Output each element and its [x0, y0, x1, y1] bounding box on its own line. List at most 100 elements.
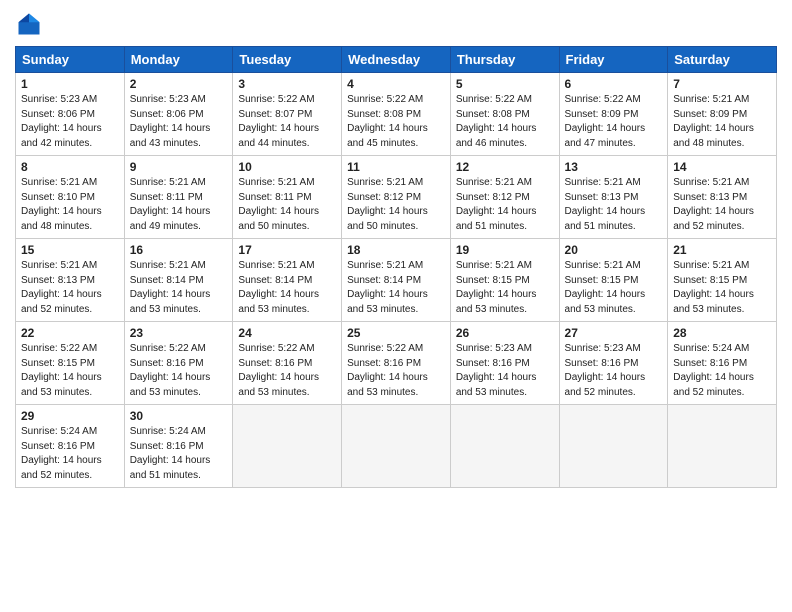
calendar-cell: 10 Sunrise: 5:21 AMSunset: 8:11 PMDaylig… [233, 156, 342, 239]
day-number: 2 [130, 77, 228, 91]
day-info: Sunrise: 5:22 AMSunset: 8:16 PMDaylight:… [130, 343, 211, 398]
day-number: 25 [347, 326, 445, 340]
day-number: 29 [21, 409, 119, 423]
day-number: 18 [347, 243, 445, 257]
calendar-cell: 8 Sunrise: 5:21 AMSunset: 8:10 PMDayligh… [16, 156, 125, 239]
calendar-cell: 25 Sunrise: 5:22 AMSunset: 8:16 PMDaylig… [342, 322, 451, 405]
day-info: Sunrise: 5:22 AMSunset: 8:08 PMDaylight:… [347, 94, 428, 149]
calendar-cell: 27 Sunrise: 5:23 AMSunset: 8:16 PMDaylig… [559, 322, 668, 405]
day-info: Sunrise: 5:21 AMSunset: 8:12 PMDaylight:… [347, 177, 428, 232]
calendar-cell [233, 405, 342, 488]
header [15, 10, 777, 38]
day-info: Sunrise: 5:23 AMSunset: 8:06 PMDaylight:… [21, 94, 102, 149]
calendar-cell: 2 Sunrise: 5:23 AMSunset: 8:06 PMDayligh… [124, 73, 233, 156]
day-info: Sunrise: 5:21 AMSunset: 8:13 PMDaylight:… [565, 177, 646, 232]
day-info: Sunrise: 5:22 AMSunset: 8:15 PMDaylight:… [21, 343, 102, 398]
day-number: 1 [21, 77, 119, 91]
day-info: Sunrise: 5:22 AMSunset: 8:16 PMDaylight:… [347, 343, 428, 398]
day-info: Sunrise: 5:21 AMSunset: 8:14 PMDaylight:… [347, 260, 428, 315]
calendar-cell: 17 Sunrise: 5:21 AMSunset: 8:14 PMDaylig… [233, 239, 342, 322]
day-info: Sunrise: 5:21 AMSunset: 8:15 PMDaylight:… [565, 260, 646, 315]
day-info: Sunrise: 5:21 AMSunset: 8:14 PMDaylight:… [130, 260, 211, 315]
calendar-cell [342, 405, 451, 488]
calendar-header-row: SundayMondayTuesdayWednesdayThursdayFrid… [16, 47, 777, 73]
day-info: Sunrise: 5:22 AMSunset: 8:09 PMDaylight:… [565, 94, 646, 149]
day-number: 8 [21, 160, 119, 174]
calendar-cell: 6 Sunrise: 5:22 AMSunset: 8:09 PMDayligh… [559, 73, 668, 156]
calendar-week-5: 29 Sunrise: 5:24 AMSunset: 8:16 PMDaylig… [16, 405, 777, 488]
day-number: 7 [673, 77, 771, 91]
logo [15, 10, 47, 38]
page: SundayMondayTuesdayWednesdayThursdayFrid… [0, 0, 792, 612]
calendar-cell: 29 Sunrise: 5:24 AMSunset: 8:16 PMDaylig… [16, 405, 125, 488]
col-header-saturday: Saturday [668, 47, 777, 73]
day-info: Sunrise: 5:23 AMSunset: 8:06 PMDaylight:… [130, 94, 211, 149]
day-number: 15 [21, 243, 119, 257]
day-number: 4 [347, 77, 445, 91]
calendar-cell: 30 Sunrise: 5:24 AMSunset: 8:16 PMDaylig… [124, 405, 233, 488]
day-number: 20 [565, 243, 663, 257]
day-info: Sunrise: 5:23 AMSunset: 8:16 PMDaylight:… [456, 343, 537, 398]
day-number: 3 [238, 77, 336, 91]
day-number: 17 [238, 243, 336, 257]
day-info: Sunrise: 5:21 AMSunset: 8:14 PMDaylight:… [238, 260, 319, 315]
day-info: Sunrise: 5:21 AMSunset: 8:15 PMDaylight:… [673, 260, 754, 315]
day-info: Sunrise: 5:21 AMSunset: 8:13 PMDaylight:… [21, 260, 102, 315]
day-info: Sunrise: 5:22 AMSunset: 8:08 PMDaylight:… [456, 94, 537, 149]
calendar-cell: 13 Sunrise: 5:21 AMSunset: 8:13 PMDaylig… [559, 156, 668, 239]
day-number: 27 [565, 326, 663, 340]
calendar-cell: 1 Sunrise: 5:23 AMSunset: 8:06 PMDayligh… [16, 73, 125, 156]
calendar-cell: 7 Sunrise: 5:21 AMSunset: 8:09 PMDayligh… [668, 73, 777, 156]
calendar-cell: 11 Sunrise: 5:21 AMSunset: 8:12 PMDaylig… [342, 156, 451, 239]
day-number: 10 [238, 160, 336, 174]
day-number: 12 [456, 160, 554, 174]
day-number: 5 [456, 77, 554, 91]
day-info: Sunrise: 5:24 AMSunset: 8:16 PMDaylight:… [130, 426, 211, 481]
calendar-cell: 12 Sunrise: 5:21 AMSunset: 8:12 PMDaylig… [450, 156, 559, 239]
calendar-cell [668, 405, 777, 488]
calendar-cell: 16 Sunrise: 5:21 AMSunset: 8:14 PMDaylig… [124, 239, 233, 322]
day-number: 11 [347, 160, 445, 174]
day-info: Sunrise: 5:21 AMSunset: 8:11 PMDaylight:… [130, 177, 211, 232]
calendar-cell: 3 Sunrise: 5:22 AMSunset: 8:07 PMDayligh… [233, 73, 342, 156]
calendar-week-4: 22 Sunrise: 5:22 AMSunset: 8:15 PMDaylig… [16, 322, 777, 405]
day-number: 14 [673, 160, 771, 174]
day-info: Sunrise: 5:21 AMSunset: 8:12 PMDaylight:… [456, 177, 537, 232]
logo-icon [15, 10, 43, 38]
col-header-monday: Monday [124, 47, 233, 73]
calendar-cell: 26 Sunrise: 5:23 AMSunset: 8:16 PMDaylig… [450, 322, 559, 405]
calendar-cell: 4 Sunrise: 5:22 AMSunset: 8:08 PMDayligh… [342, 73, 451, 156]
day-info: Sunrise: 5:22 AMSunset: 8:07 PMDaylight:… [238, 94, 319, 149]
calendar-cell [450, 405, 559, 488]
day-info: Sunrise: 5:21 AMSunset: 8:15 PMDaylight:… [456, 260, 537, 315]
day-info: Sunrise: 5:22 AMSunset: 8:16 PMDaylight:… [238, 343, 319, 398]
day-info: Sunrise: 5:23 AMSunset: 8:16 PMDaylight:… [565, 343, 646, 398]
calendar-cell: 20 Sunrise: 5:21 AMSunset: 8:15 PMDaylig… [559, 239, 668, 322]
day-number: 23 [130, 326, 228, 340]
day-number: 9 [130, 160, 228, 174]
day-info: Sunrise: 5:24 AMSunset: 8:16 PMDaylight:… [21, 426, 102, 481]
calendar-cell: 14 Sunrise: 5:21 AMSunset: 8:13 PMDaylig… [668, 156, 777, 239]
col-header-wednesday: Wednesday [342, 47, 451, 73]
day-number: 28 [673, 326, 771, 340]
calendar-cell [559, 405, 668, 488]
day-info: Sunrise: 5:21 AMSunset: 8:13 PMDaylight:… [673, 177, 754, 232]
day-info: Sunrise: 5:21 AMSunset: 8:10 PMDaylight:… [21, 177, 102, 232]
calendar-cell: 24 Sunrise: 5:22 AMSunset: 8:16 PMDaylig… [233, 322, 342, 405]
day-info: Sunrise: 5:24 AMSunset: 8:16 PMDaylight:… [673, 343, 754, 398]
day-number: 24 [238, 326, 336, 340]
calendar-cell: 5 Sunrise: 5:22 AMSunset: 8:08 PMDayligh… [450, 73, 559, 156]
calendar-week-2: 8 Sunrise: 5:21 AMSunset: 8:10 PMDayligh… [16, 156, 777, 239]
day-number: 26 [456, 326, 554, 340]
day-number: 6 [565, 77, 663, 91]
calendar-cell: 18 Sunrise: 5:21 AMSunset: 8:14 PMDaylig… [342, 239, 451, 322]
calendar-cell: 19 Sunrise: 5:21 AMSunset: 8:15 PMDaylig… [450, 239, 559, 322]
calendar-cell: 28 Sunrise: 5:24 AMSunset: 8:16 PMDaylig… [668, 322, 777, 405]
calendar-cell: 22 Sunrise: 5:22 AMSunset: 8:15 PMDaylig… [16, 322, 125, 405]
calendar-cell: 23 Sunrise: 5:22 AMSunset: 8:16 PMDaylig… [124, 322, 233, 405]
col-header-thursday: Thursday [450, 47, 559, 73]
calendar-cell: 15 Sunrise: 5:21 AMSunset: 8:13 PMDaylig… [16, 239, 125, 322]
day-number: 30 [130, 409, 228, 423]
day-number: 21 [673, 243, 771, 257]
col-header-friday: Friday [559, 47, 668, 73]
